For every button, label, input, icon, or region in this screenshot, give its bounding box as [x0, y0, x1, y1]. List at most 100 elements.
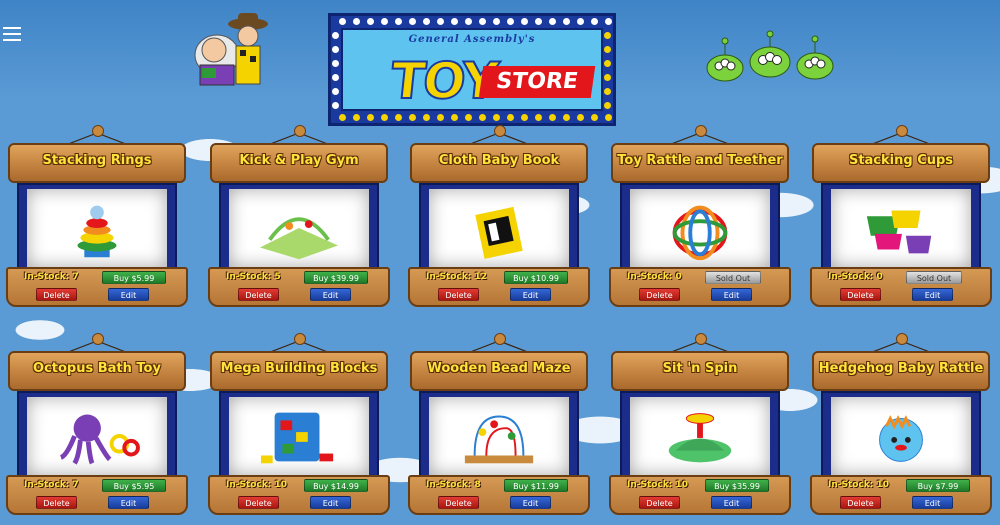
stock-label: In-Stock: 0: [627, 272, 682, 282]
marquee-bulb: [493, 18, 500, 25]
product-image-frame: [821, 183, 981, 273]
stock-label: In-Stock: 7: [24, 272, 79, 282]
product-title-board: Octopus Bath Toy: [8, 351, 186, 391]
stock-label: In-Stock: 12: [426, 272, 488, 282]
marquee-bulb: [451, 114, 458, 121]
product-name: Wooden Bead Maze: [427, 361, 571, 376]
product-image-frame: [419, 391, 579, 481]
marquee-bulb: [605, 18, 612, 25]
marquee-bulb: [409, 114, 416, 121]
hook-icon: [92, 125, 104, 137]
product-image: [630, 397, 770, 475]
product-image: [229, 189, 369, 267]
hook-icon: [896, 125, 908, 137]
edit-button[interactable]: Edit: [711, 288, 752, 301]
bead-maze-icon: [464, 415, 534, 464]
product-image: [429, 397, 569, 475]
buy-button[interactable]: Buy $7.99: [906, 479, 970, 492]
product-footer-board: In-Stock: 0 Sold Out Delete Edit: [609, 267, 791, 307]
toy-store-logo[interactable]: General Assembly's TOY STORE: [328, 13, 616, 126]
marquee-bulb: [409, 18, 416, 25]
marquee-bulb: [332, 46, 339, 53]
marquee-bulb: [591, 114, 598, 121]
buy-button[interactable]: Buy $10.99: [504, 271, 568, 284]
edit-button[interactable]: Edit: [711, 496, 752, 509]
hook-icon: [294, 125, 306, 137]
buy-button[interactable]: Buy $11.99: [504, 479, 568, 492]
product-image: [27, 397, 167, 475]
marquee-bulb: [507, 18, 514, 25]
marquee-bulb: [604, 74, 611, 81]
delete-button[interactable]: Delete: [238, 496, 279, 509]
edit-button[interactable]: Edit: [912, 496, 953, 509]
edit-button[interactable]: Edit: [510, 496, 551, 509]
delete-button[interactable]: Delete: [438, 288, 479, 301]
delete-button[interactable]: Delete: [639, 288, 680, 301]
edit-button[interactable]: Edit: [108, 496, 149, 509]
logo-subtitle: General Assembly's: [408, 34, 536, 45]
sold-out-button[interactable]: Sold Out: [906, 271, 962, 284]
edit-button[interactable]: Edit: [310, 496, 351, 509]
product-footer-board: In-Stock: 7 Buy $5.99 Delete Edit: [6, 267, 188, 307]
buy-button[interactable]: Buy $39.99: [304, 271, 368, 284]
hook-icon: [695, 125, 707, 137]
marquee-bulb: [339, 114, 346, 121]
product-image-frame: [219, 183, 379, 273]
product-name: Stacking Rings: [42, 153, 152, 168]
delete-button[interactable]: Delete: [238, 288, 279, 301]
delete-button[interactable]: Delete: [840, 496, 881, 509]
rattle-teether-icon: [672, 205, 728, 261]
marquee-bulb: [604, 60, 611, 67]
product-name: Kick & Play Gym: [239, 153, 359, 168]
edit-button[interactable]: Edit: [510, 288, 551, 301]
marquee-bulb: [605, 114, 612, 121]
delete-button[interactable]: Delete: [36, 496, 77, 509]
buy-button[interactable]: Buy $5.95: [102, 479, 166, 492]
marquee-bulb: [332, 88, 339, 95]
product-image-frame: [219, 391, 379, 481]
product-footer-board: In-Stock: 5 Buy $39.99 Delete Edit: [208, 267, 390, 307]
edit-button[interactable]: Edit: [310, 288, 351, 301]
product-image: [429, 189, 569, 267]
marquee-bulb: [332, 74, 339, 81]
stock-label: In-Stock: 7: [24, 480, 79, 490]
delete-button[interactable]: Delete: [36, 288, 77, 301]
sold-out-button[interactable]: Sold Out: [705, 271, 761, 284]
product-image-frame: [17, 391, 177, 481]
hamburger-menu-icon[interactable]: [3, 27, 21, 41]
stock-label: In-Stock: 10: [627, 480, 689, 490]
product-image: [229, 397, 369, 475]
delete-button[interactable]: Delete: [438, 496, 479, 509]
buy-button[interactable]: Buy $35.99: [705, 479, 769, 492]
marquee-bulb: [549, 114, 556, 121]
marquee-bulb: [332, 32, 339, 39]
marquee-bulb: [604, 88, 611, 95]
hook-icon: [494, 333, 506, 345]
buy-button[interactable]: Buy $14.99: [304, 479, 368, 492]
product-card: Cloth Baby Book In-Stock: 12 Buy $10.99 Del…: [408, 125, 590, 310]
buy-button[interactable]: Buy $5.99: [102, 271, 166, 284]
edit-button[interactable]: Edit: [108, 288, 149, 301]
stock-label: In-Stock: 10: [828, 480, 890, 490]
marquee-bulb: [381, 18, 388, 25]
marquee-bulb: [353, 18, 360, 25]
marquee-bulb: [437, 18, 444, 25]
marquee-bulb: [465, 114, 472, 121]
play-gym-icon: [260, 217, 338, 260]
stock-label: In-Stock: 5: [226, 272, 281, 282]
stacking-cups-icon: [866, 210, 932, 254]
delete-button[interactable]: Delete: [639, 496, 680, 509]
product-card: Mega Building Blocks In-Stock: 10 Buy $14.…: [208, 333, 390, 518]
product-footer-board: In-Stock: 10 Buy $14.99 Delete Edit: [208, 475, 390, 515]
product-name: Octopus Bath Toy: [33, 361, 161, 376]
delete-button[interactable]: Delete: [840, 288, 881, 301]
marquee-bulb: [563, 114, 570, 121]
product-name: Sit 'n Spin: [662, 361, 738, 376]
product-footer-board: In-Stock: 10 Buy $35.99 Delete Edit: [609, 475, 791, 515]
marquee-bulb: [381, 114, 388, 121]
product-name: Hedgehog Baby Rattle: [818, 361, 984, 376]
marquee-bulb: [535, 114, 542, 121]
edit-button[interactable]: Edit: [912, 288, 953, 301]
product-name: Mega Building Blocks: [220, 361, 378, 376]
marquee-bulb: [479, 18, 486, 25]
